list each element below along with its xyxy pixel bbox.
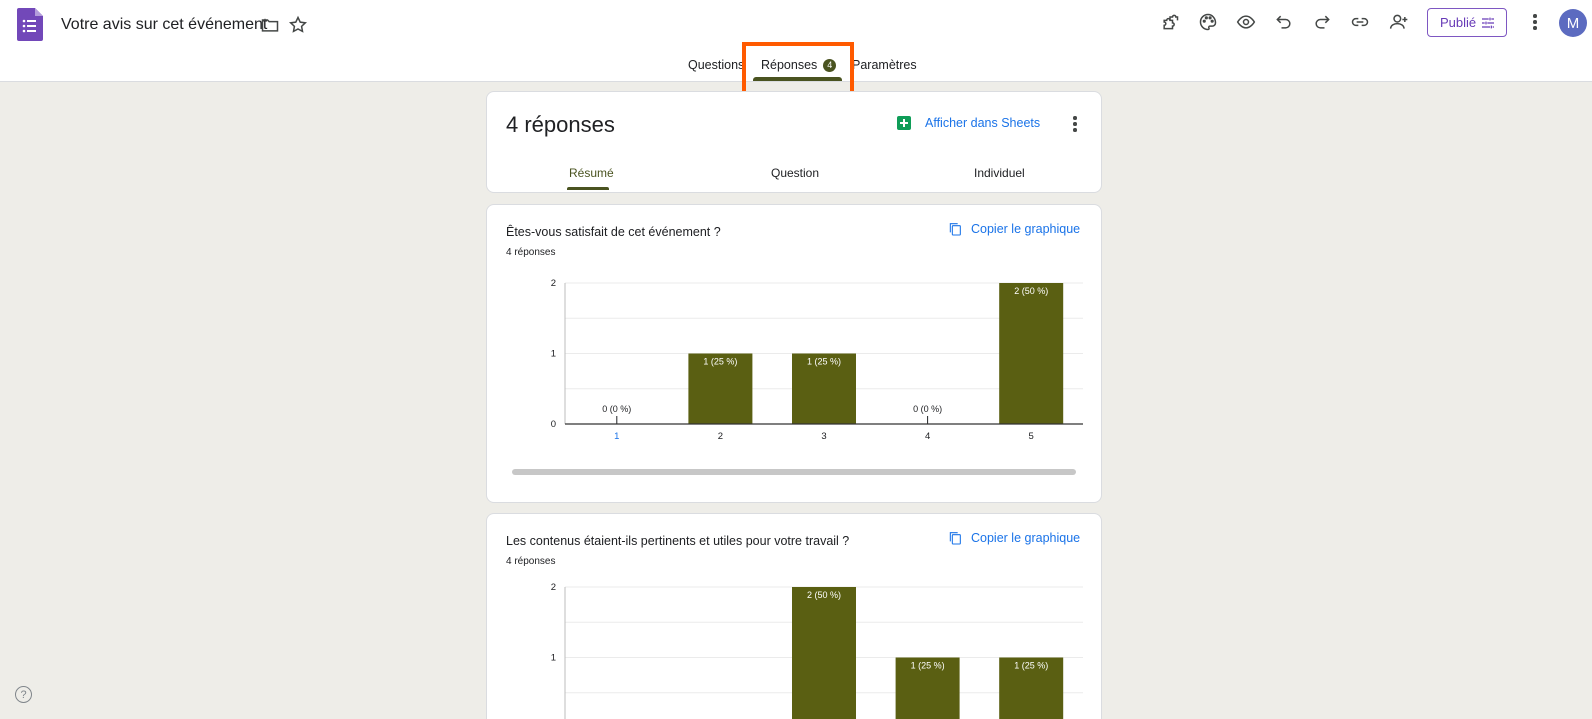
summary-card: 4 réponses Afficher dans Sheets Résumé Q… — [486, 91, 1102, 193]
x-tick-label: 3 — [821, 431, 826, 442]
question-card: Les contenus étaient-ils pertinents et u… — [486, 513, 1102, 719]
subtab-individual[interactable]: Individuel — [974, 166, 1025, 180]
x-tick-label: 4 — [925, 431, 930, 442]
tab-settings[interactable]: Paramètres — [852, 58, 917, 72]
bar-data-label: 1 (25 %) — [703, 357, 737, 367]
folder-icon[interactable] — [258, 13, 282, 37]
bar[interactable] — [792, 587, 856, 719]
palette-icon[interactable] — [1196, 10, 1220, 34]
x-tick-label: 2 — [718, 431, 723, 442]
bar-chart: 1 2 2 (50 %) 1 (25 %) 1 (25 %) — [551, 582, 1083, 719]
y-tick-label: 1 — [551, 349, 556, 360]
more-vert-icon[interactable] — [1065, 114, 1085, 134]
x-tick-label: 5 — [1029, 431, 1034, 442]
subtab-question[interactable]: Question — [771, 166, 819, 180]
bar[interactable] — [999, 283, 1064, 424]
more-vert-icon[interactable] — [1525, 12, 1545, 32]
responses-count-badge: 4 — [823, 59, 837, 72]
tab-questions[interactable]: Questions — [688, 58, 744, 72]
publish-button[interactable]: Publié — [1427, 8, 1507, 37]
undo-icon[interactable] — [1272, 10, 1296, 34]
publish-label: Publié — [1440, 15, 1477, 30]
y-tick-label: 0 — [551, 419, 556, 430]
active-subtab-indicator — [567, 187, 609, 190]
top-bar: Votre avis sur cet événement Publié M Qu… — [0, 0, 1592, 82]
document-title[interactable]: Votre avis sur cet événement — [61, 16, 267, 34]
response-count-heading: 4 réponses — [506, 112, 615, 137]
view-in-sheets-label: Afficher dans Sheets — [925, 116, 1041, 130]
forms-logo-icon[interactable] — [17, 8, 43, 41]
star-icon[interactable] — [286, 13, 310, 37]
bar-data-label: 2 (50 %) — [807, 590, 841, 600]
tab-responses-label: Réponses — [761, 58, 818, 72]
sheets-icon — [897, 116, 911, 130]
y-tick-label: 1 — [551, 653, 556, 664]
tab-responses[interactable]: Réponses 4 — [761, 58, 837, 72]
bar-chart: 0 1 2 0 (0 %) 1 1 (25 %) 2 1 (25 %) 3 0 (0 %) 4 2 (… — [551, 278, 1083, 442]
bar-data-label: 2 (50 %) — [1014, 286, 1048, 296]
bar-data-label: 1 (25 %) — [911, 661, 945, 671]
y-tick-label: 2 — [551, 278, 556, 289]
addons-icon[interactable] — [1158, 10, 1182, 34]
bar-data-label: 0 (0 %) — [602, 404, 631, 414]
tune-icon — [1482, 17, 1494, 29]
y-tick-label: 2 — [551, 582, 556, 593]
x-tick-label: 1 — [614, 431, 619, 442]
bar-data-label: 0 (0 %) — [913, 404, 942, 414]
chart-scrollbar[interactable] — [512, 469, 1076, 475]
link-icon[interactable] — [1348, 10, 1372, 34]
avatar[interactable]: M — [1559, 9, 1587, 37]
view-in-sheets-link[interactable]: Afficher dans Sheets — [897, 116, 1040, 130]
add-collaborator-icon[interactable] — [1387, 10, 1411, 34]
active-tab-indicator — [753, 77, 842, 81]
preview-eye-icon[interactable] — [1234, 10, 1258, 34]
bar-data-label: 1 (25 %) — [807, 357, 841, 367]
bar-data-label: 1 (25 %) — [1014, 661, 1048, 671]
help-icon[interactable]: ? — [15, 686, 32, 703]
subtab-summary[interactable]: Résumé — [569, 166, 614, 180]
question-card: Êtes-vous satisfait de cet événement ? 4… — [486, 204, 1102, 503]
redo-icon[interactable] — [1310, 10, 1334, 34]
